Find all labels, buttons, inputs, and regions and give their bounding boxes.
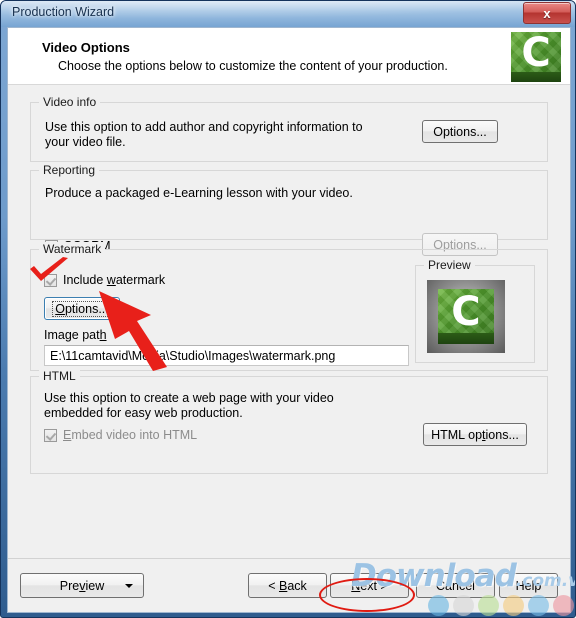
wizard-header: Video Options Choose the options below t…: [8, 28, 570, 85]
video-info-options-button[interactable]: Options...: [422, 120, 498, 143]
close-button[interactable]: x: [523, 2, 571, 24]
html-description: Use this option to create a web page wit…: [44, 391, 334, 420]
help-label: Help: [515, 578, 542, 593]
chevron-down-icon[interactable]: [125, 583, 133, 588]
preview-label: Preview: [59, 578, 105, 593]
dialog-footer: Preview < Back Next > Cancel Help: [8, 558, 570, 612]
watermark-preview-letter: C: [451, 289, 481, 336]
embed-video-checkbox-row: Embed video into HTML: [44, 428, 197, 442]
group-reporting: Reporting: [30, 163, 548, 240]
camtasia-logo-icon: C: [511, 32, 561, 82]
group-watermark-legend: Watermark: [39, 242, 106, 256]
next-button[interactable]: Next >: [330, 573, 409, 598]
cancel-label: Cancel: [436, 578, 475, 593]
preview-button[interactable]: Preview: [20, 573, 144, 598]
html-options-label: HTML options...: [431, 427, 519, 442]
group-reporting-legend: Reporting: [39, 163, 100, 177]
page-title: Video Options: [42, 40, 130, 55]
page-subtitle: Choose the options below to customize th…: [58, 59, 448, 73]
image-path-input[interactable]: E:\11camtavid\Media\Studio\Images\waterm…: [44, 345, 409, 366]
close-icon: x: [543, 5, 551, 21]
video-info-options-label: Options...: [433, 124, 487, 139]
include-watermark-checkbox[interactable]: [44, 273, 57, 287]
dialog-client-area: Video Options Choose the options below t…: [7, 27, 571, 613]
titlebar: Production Wizard x: [1, 1, 575, 27]
group-video-info-legend: Video info: [39, 95, 101, 109]
window-title: Production Wizard: [12, 5, 115, 19]
group-html-legend: HTML: [39, 369, 80, 383]
reporting-description: Produce a packaged e-Learning lesson wit…: [45, 186, 353, 200]
help-button[interactable]: Help: [499, 573, 558, 598]
cancel-button[interactable]: Cancel: [416, 573, 495, 598]
html-options-button[interactable]: HTML options...: [423, 423, 527, 446]
include-watermark-checkbox-row[interactable]: Include watermark: [44, 273, 165, 287]
watermark-options-label: Options...: [52, 300, 112, 317]
image-path-value: E:\11camtavid\Media\Studio\Images\waterm…: [50, 348, 336, 363]
next-label: Next >: [351, 578, 388, 593]
camtasia-logo-letter: C: [521, 32, 551, 76]
production-wizard-window: Production Wizard x Video Options Choose…: [0, 0, 576, 618]
embed-video-label: Embed video into HTML: [63, 428, 198, 442]
include-watermark-label: Include watermark: [63, 273, 166, 287]
embed-video-checkbox: [44, 428, 57, 442]
camtasia-watermark-thumbnail: C: [427, 280, 505, 353]
group-preview-legend: Preview: [424, 258, 475, 272]
image-path-label: Image path: [44, 328, 107, 342]
watermark-options-button[interactable]: Options...: [44, 297, 120, 320]
back-label: < Back: [268, 578, 307, 593]
back-button[interactable]: < Back: [248, 573, 327, 598]
video-info-description: Use this option to add author and copyri…: [45, 120, 363, 149]
